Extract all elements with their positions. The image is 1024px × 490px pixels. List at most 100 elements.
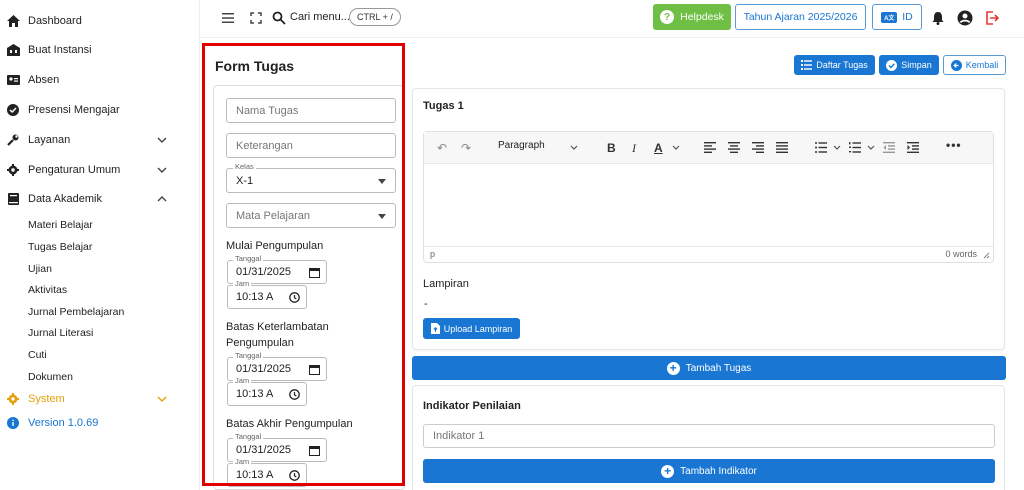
- bell-icon[interactable]: [930, 10, 946, 26]
- search-menu-label[interactable]: Cari menu...: [290, 11, 350, 23]
- sidebar-item-label: Pengaturan Umum: [28, 164, 121, 176]
- file-upload-icon: [430, 323, 440, 334]
- chevron-down-icon[interactable]: [570, 145, 578, 151]
- mata-pelajaran-select[interactable]: Mata Pelajaran: [226, 203, 396, 228]
- daftar-tugas-button[interactable]: Daftar Tugas: [794, 55, 875, 75]
- redo-icon[interactable]: ↷: [461, 141, 471, 155]
- tambah-tugas-button[interactable]: + Tambah Tugas: [412, 356, 1006, 380]
- align-right-icon[interactable]: [752, 142, 764, 153]
- keterangan-input[interactable]: Keterangan: [226, 133, 396, 158]
- batas-akhir-label: Batas Akhir Pengumpulan: [226, 418, 353, 430]
- sidebar-item-system[interactable]: System: [0, 387, 200, 411]
- resize-handle-icon[interactable]: [983, 252, 990, 259]
- more-options-icon[interactable]: •••: [946, 138, 962, 152]
- sidebar-subitem-jurnal-literasi[interactable]: Jurnal Literasi: [28, 327, 93, 339]
- kelas-value: X-1: [236, 174, 254, 187]
- lampiran-value: -: [424, 298, 428, 310]
- word-count: 0 words: [945, 249, 977, 259]
- simpan-button[interactable]: Simpan: [879, 55, 939, 75]
- align-center-icon[interactable]: [728, 142, 740, 153]
- sidebar-item-absen[interactable]: Absen: [0, 68, 200, 92]
- calendar-icon[interactable]: [309, 267, 320, 278]
- jam-label: Jam: [233, 376, 252, 385]
- align-justify-icon[interactable]: [776, 142, 788, 153]
- check-circle-icon: [6, 103, 20, 117]
- tambah-indikator-button[interactable]: + Tambah Indikator: [423, 459, 995, 483]
- lampiran-label: Lampiran: [423, 278, 469, 290]
- form-title: Form Tugas: [215, 58, 295, 74]
- user-avatar-icon[interactable]: [957, 10, 973, 26]
- building-icon: [6, 43, 20, 57]
- sidebar-subitem-dokumen[interactable]: Dokumen: [28, 371, 73, 383]
- sidebar-item-buat-instansi[interactable]: Buat Instansi: [0, 38, 200, 62]
- sidebar-subitem-jurnal-pembelajaran[interactable]: Jurnal Pembelajaran: [28, 306, 124, 318]
- arrow-left-circle-icon: [950, 59, 962, 71]
- indikator-title: Indikator Penilaian: [423, 400, 521, 412]
- batas-keterlambatan-label: Batas Keterlambatan Pengumpulan: [226, 321, 329, 349]
- calendar-icon[interactable]: [309, 364, 320, 375]
- undo-icon[interactable]: ↶: [437, 141, 447, 155]
- align-left-icon[interactable]: [704, 142, 716, 153]
- sidebar-item-label: Dashboard: [28, 15, 82, 27]
- text-color-icon[interactable]: A: [654, 141, 663, 155]
- sidebar-item-layanan[interactable]: Layanan: [0, 128, 200, 152]
- batas-akhir-time-input[interactable]: 10:13 A: [227, 463, 307, 487]
- helpdesk-button[interactable]: ? Helpdesk: [653, 4, 731, 30]
- nama-tugas-input[interactable]: Nama Tugas: [226, 98, 396, 123]
- sidebar-subitem-aktivitas[interactable]: Aktivitas: [28, 284, 67, 296]
- logout-icon[interactable]: [984, 10, 1000, 26]
- sidebar-subitem-ujian[interactable]: Ujian: [28, 263, 52, 275]
- sidebar-item-label: Buat Instansi: [28, 44, 92, 56]
- fullscreen-icon[interactable]: [248, 10, 264, 26]
- rich-text-editor[interactable]: ↶ ↷ Paragraph B I A ••• p 0 words: [423, 131, 994, 263]
- kelas-select[interactable]: X-1: [226, 168, 396, 193]
- sidebar-item-label: Layanan: [28, 134, 71, 146]
- book-icon: [6, 192, 20, 206]
- sidebar-subitem-materi-belajar[interactable]: Materi Belajar: [28, 219, 93, 231]
- indikator-input[interactable]: Indikator 1: [423, 424, 995, 448]
- keterlambatan-time-input[interactable]: 10:13 A: [227, 382, 307, 406]
- chevron-down-icon[interactable]: [867, 145, 875, 151]
- italic-icon[interactable]: I: [632, 141, 636, 155]
- upload-lampiran-button[interactable]: Upload Lampiran: [423, 318, 520, 339]
- sidebar-item-data-akademik[interactable]: Data Akademik: [0, 187, 200, 211]
- chevron-down-icon[interactable]: [156, 134, 168, 146]
- list-icon: [801, 60, 813, 70]
- search-icon[interactable]: [271, 10, 287, 26]
- sidebar-item-pengaturan-umum[interactable]: Pengaturan Umum: [0, 158, 200, 182]
- sidebar-subitem-tugas-belajar[interactable]: Tugas Belajar: [28, 241, 92, 253]
- chevron-up-icon[interactable]: [156, 193, 168, 205]
- clock-icon[interactable]: [289, 389, 300, 400]
- language-button[interactable]: A文 ID: [872, 4, 922, 30]
- indent-icon[interactable]: [907, 142, 919, 153]
- sidebar-item-label: Absen: [28, 74, 60, 86]
- editor-path: p: [430, 249, 436, 259]
- sidebar-item-label: Data Akademik: [28, 193, 102, 205]
- chevron-down-icon[interactable]: [672, 145, 680, 151]
- sidebar-item-dashboard[interactable]: Dashboard: [0, 9, 200, 33]
- calendar-icon[interactable]: [309, 445, 320, 456]
- chevron-down-icon[interactable]: [156, 164, 168, 176]
- question-icon: ?: [660, 10, 675, 24]
- clock-icon[interactable]: [289, 470, 300, 481]
- numbered-list-icon[interactable]: [849, 142, 861, 153]
- translate-icon: A文: [881, 11, 898, 23]
- school-year-button[interactable]: Tahun Ajaran 2025/2026: [735, 4, 866, 30]
- bold-icon[interactable]: B: [607, 141, 616, 155]
- topbar: Cari menu... CTRL + / ? Helpdesk Tahun A…: [200, 0, 1024, 38]
- kembali-button[interactable]: Kembali: [943, 55, 1006, 75]
- chevron-down-icon[interactable]: [156, 393, 168, 405]
- clock-icon[interactable]: [289, 292, 300, 303]
- sidebar-item-label: System: [28, 393, 65, 405]
- version-label: Version 1.0.69: [28, 417, 99, 429]
- paragraph-select[interactable]: Paragraph: [498, 140, 545, 151]
- chevron-down-icon[interactable]: [833, 145, 841, 151]
- editor-toolbar: ↶ ↷ Paragraph B I A •••: [424, 132, 993, 164]
- outdent-icon[interactable]: [883, 142, 895, 153]
- sidebar-item-presensi-mengajar[interactable]: Presensi Mengajar: [0, 98, 200, 122]
- mulai-time-input[interactable]: 10:13 A: [227, 285, 307, 309]
- bullet-list-icon[interactable]: [815, 142, 827, 153]
- sidebar-item-version: Version 1.0.69: [0, 411, 200, 435]
- sidebar-subitem-cuti[interactable]: Cuti: [28, 349, 47, 361]
- menu-icon[interactable]: [220, 10, 236, 26]
